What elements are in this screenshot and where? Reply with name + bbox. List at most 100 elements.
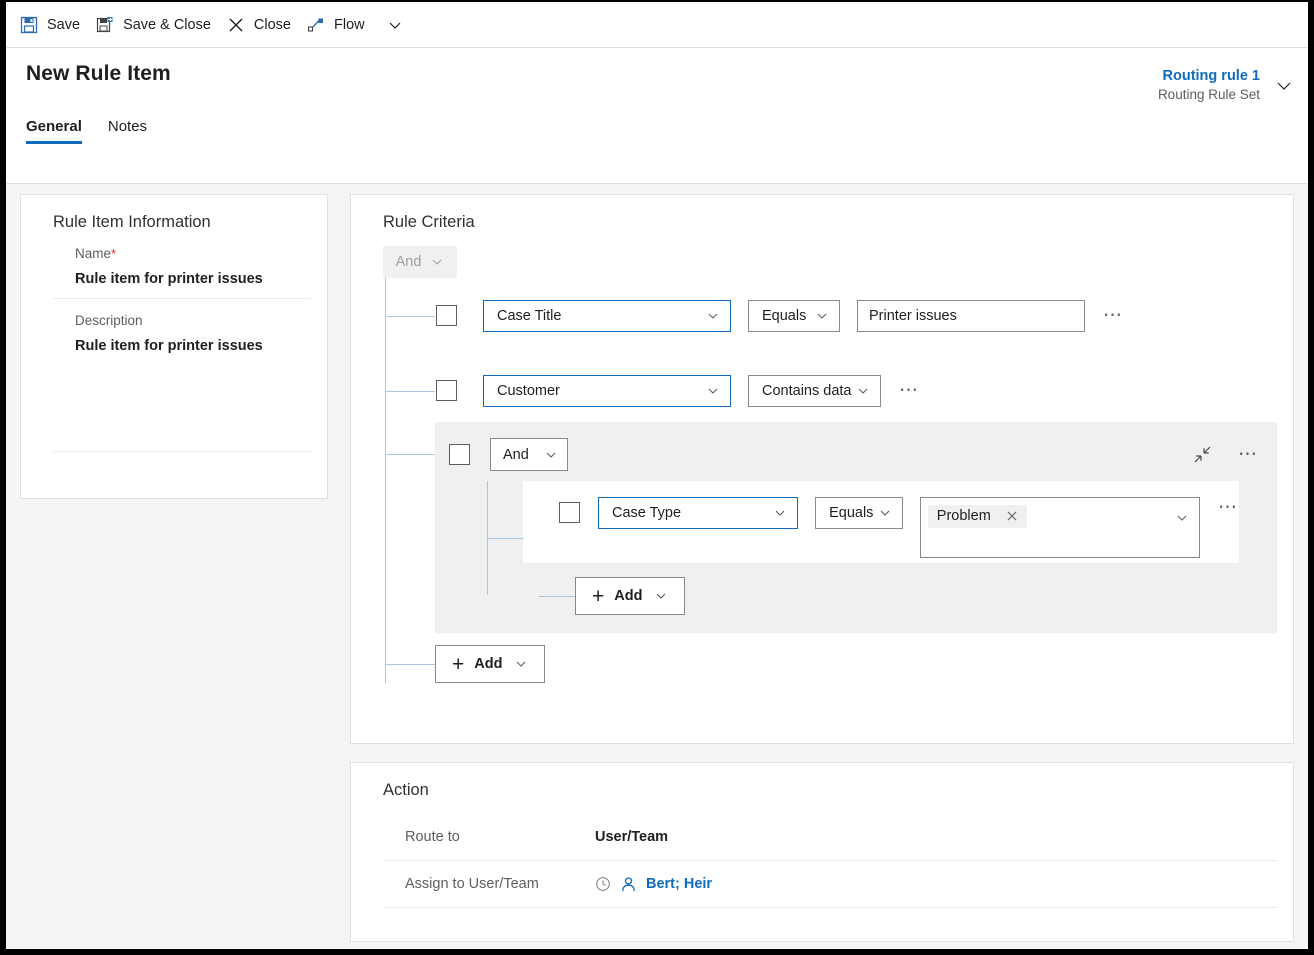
- save-and-close-button[interactable]: Save & Close: [92, 5, 223, 45]
- group-add-row: + Add: [487, 577, 1277, 615]
- multiselect-value-input[interactable]: Problem: [919, 497, 1200, 558]
- root-add-button[interactable]: + Add: [435, 645, 546, 683]
- save-and-close-icon: [96, 16, 114, 34]
- criteria-tree: And Case Title Equals Printer issues ⋯ C…: [383, 246, 1277, 683]
- form-body: Rule Item Information Name* Rule item fo…: [6, 184, 1308, 948]
- criteria-row: Case Title Equals Printer issues ⋯: [383, 278, 1277, 353]
- tree-branch-line: [385, 454, 435, 455]
- flow-button-label: Flow: [334, 16, 365, 33]
- record-expand-button[interactable]: [1274, 76, 1294, 96]
- record-entity-label: Routing Rule Set: [1157, 87, 1260, 102]
- route-to-row: Route to User/Team: [405, 814, 1277, 860]
- tree-branch-line: [385, 390, 435, 392]
- field-divider: [53, 298, 311, 299]
- route-to-label: Route to: [405, 829, 460, 845]
- close-button[interactable]: Close: [223, 5, 303, 45]
- tree-branch-line: [385, 315, 435, 317]
- criteria-row: Customer Contains data ⋯: [383, 353, 1277, 428]
- operator-dropdown[interactable]: Contains data: [748, 374, 881, 407]
- description-field: Description Rule item for printer issues: [75, 313, 311, 365]
- group-header: And ⋯: [435, 438, 1277, 471]
- form-tabs: General Notes: [26, 118, 1308, 144]
- operator-dropdown[interactable]: Equals: [815, 497, 903, 529]
- assign-to-row: Assign to User/Team Bert; Heir: [405, 861, 1277, 907]
- plus-icon: +: [592, 584, 605, 608]
- rule-item-information-card: Rule Item Information Name* Rule item fo…: [20, 194, 328, 499]
- criteria-group: And ⋯ Case Type Equals Problem ⋯ + Add: [385, 422, 1277, 633]
- row-more-button[interactable]: ⋯: [1103, 306, 1124, 326]
- tab-general[interactable]: General: [26, 118, 82, 144]
- chevron-down-icon: [654, 589, 668, 603]
- close-x-icon: [1006, 510, 1018, 522]
- row-checkbox[interactable]: [436, 380, 457, 401]
- group-checkbox[interactable]: [449, 444, 470, 465]
- group-more-button[interactable]: ⋯: [1238, 444, 1259, 464]
- chevron-down-icon: [706, 384, 720, 398]
- close-button-label: Close: [253, 16, 291, 33]
- chevron-down-icon: [815, 309, 829, 323]
- root-operator-label: And: [395, 254, 422, 270]
- group-collapse-button[interactable]: [1193, 445, 1212, 464]
- record-title-link[interactable]: Routing rule 1: [1158, 66, 1260, 86]
- group-body: Case Type Equals Problem ⋯ + Add: [435, 481, 1277, 615]
- field-dropdown[interactable]: Case Type: [598, 497, 799, 529]
- criteria-row: Case Type Equals Problem ⋯: [523, 481, 1239, 563]
- chevron-down-icon: [544, 448, 558, 462]
- save-button[interactable]: Save: [16, 5, 92, 45]
- collapse-arrows-icon: [1193, 445, 1212, 464]
- group-operator-dropdown[interactable]: And: [490, 438, 568, 471]
- value-input[interactable]: Printer issues: [857, 299, 1085, 332]
- assign-to-lookup[interactable]: Bert; Heir: [595, 876, 712, 893]
- close-x-icon: [227, 16, 245, 34]
- save-button-label: Save: [47, 16, 81, 33]
- action-card: Action Route to User/Team Assign to User…: [350, 762, 1294, 942]
- root-operator-dropdown[interactable]: And: [383, 246, 457, 278]
- recent-clock-icon: [595, 876, 611, 892]
- name-field: Name* Rule item for printer issues: [75, 246, 311, 298]
- action-divider-bottom: [383, 907, 1277, 908]
- ellipsis-icon: ⋯: [1218, 496, 1239, 518]
- save-icon: [20, 16, 38, 34]
- row-checkbox[interactable]: [436, 305, 457, 326]
- name-value[interactable]: Rule item for printer issues: [75, 271, 311, 298]
- action-title: Action: [383, 781, 429, 799]
- chevron-down-icon: [773, 506, 787, 520]
- remove-tag-button[interactable]: [1006, 510, 1018, 522]
- rule-criteria-title: Rule Criteria: [383, 213, 475, 231]
- required-marker: *: [111, 246, 117, 261]
- field-dropdown-value: Customer: [497, 382, 560, 399]
- person-icon: [620, 876, 637, 893]
- selected-tag: Problem: [927, 505, 1027, 528]
- group-add-button[interactable]: + Add: [575, 577, 686, 615]
- assign-to-label: Assign to User/Team: [405, 876, 539, 892]
- operator-dropdown-value: Equals: [829, 505, 874, 521]
- root-add-row: + Add: [383, 645, 1277, 683]
- route-to-value[interactable]: User/Team: [595, 829, 668, 845]
- field-dropdown[interactable]: Case Title: [483, 299, 731, 332]
- assign-to-value: Bert; Heir: [646, 876, 713, 892]
- flow-icon: [307, 16, 325, 34]
- tab-notes-label: Notes: [107, 118, 148, 135]
- row-checkbox[interactable]: [559, 502, 580, 523]
- field-divider-bottom: [53, 451, 311, 452]
- description-value[interactable]: Rule item for printer issues: [75, 338, 311, 365]
- chevron-down-icon[interactable]: [1175, 511, 1189, 525]
- ellipsis-icon: ⋯: [899, 380, 920, 401]
- right-column: Rule Criteria And Case Title Equals Prin…: [350, 194, 1294, 942]
- form-header: New Rule Item General Notes Routing rule…: [6, 48, 1308, 184]
- tab-notes[interactable]: Notes: [108, 118, 147, 144]
- field-dropdown[interactable]: Customer: [483, 374, 731, 407]
- name-label: Name*: [75, 246, 311, 261]
- app-window: Save Save & Close Close Flow New Rule It…: [0, 0, 1314, 955]
- name-label-text: Name: [75, 246, 112, 261]
- row-more-button[interactable]: ⋯: [1218, 497, 1239, 517]
- flow-button[interactable]: Flow: [303, 5, 377, 45]
- row-more-button[interactable]: ⋯: [899, 381, 920, 401]
- chevron-down-icon: [706, 309, 720, 323]
- operator-dropdown-value: Contains data: [762, 382, 852, 399]
- operator-dropdown[interactable]: Equals: [748, 299, 840, 332]
- chevron-down-icon: [856, 384, 870, 398]
- command-overflow-button[interactable]: [377, 17, 413, 33]
- group-operator-value: And: [503, 446, 529, 463]
- chevron-down-icon: [387, 17, 403, 33]
